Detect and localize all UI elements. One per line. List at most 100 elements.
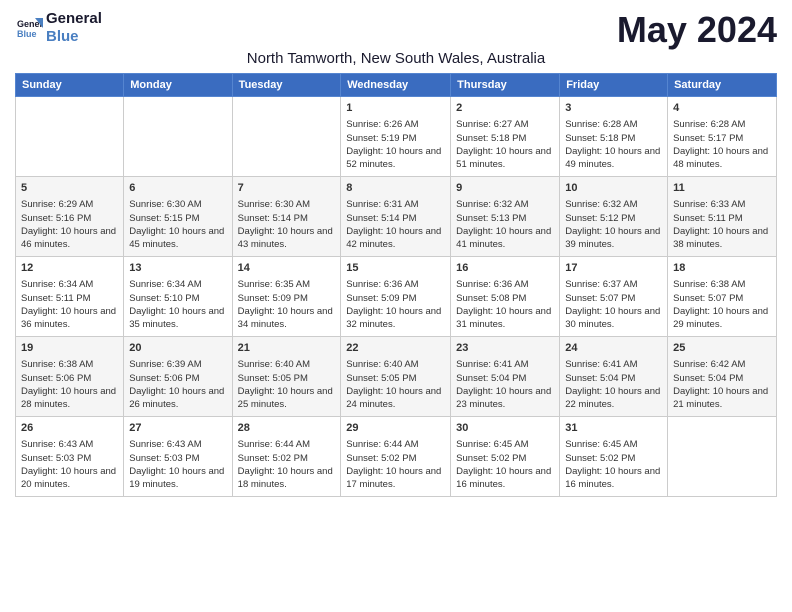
day-info: Sunrise: 6:26 AM (346, 118, 445, 131)
day-info: Daylight: 10 hours and 35 minutes. (129, 305, 226, 332)
calendar-cell: 25Sunrise: 6:42 AMSunset: 5:04 PMDayligh… (668, 337, 777, 417)
day-info: Sunset: 5:02 PM (565, 452, 662, 465)
day-info: Sunset: 5:06 PM (21, 372, 118, 385)
day-number: 7 (238, 181, 336, 196)
day-info: Sunrise: 6:39 AM (129, 358, 226, 371)
calendar-cell: 9Sunrise: 6:32 AMSunset: 5:13 PMDaylight… (451, 177, 560, 257)
day-info: Sunrise: 6:38 AM (21, 358, 118, 371)
calendar-cell (668, 417, 777, 497)
day-info: Daylight: 10 hours and 48 minutes. (673, 145, 771, 172)
calendar-cell: 20Sunrise: 6:39 AMSunset: 5:06 PMDayligh… (124, 337, 232, 417)
day-info: Sunrise: 6:30 AM (238, 198, 336, 211)
day-info: Sunrise: 6:30 AM (129, 198, 226, 211)
calendar-week-3: 12 Sunrise: 6:34 AM Sunset: 5:11 PM Dayligh… (16, 257, 777, 337)
calendar-cell: 10Sunrise: 6:32 AMSunset: 5:12 PMDayligh… (560, 177, 668, 257)
day-info: Daylight: 10 hours and 26 minutes. (129, 385, 226, 412)
day-info: Daylight: 10 hours and 49 minutes. (565, 145, 662, 172)
day-number: 22 (346, 341, 445, 356)
day-number: 2 (456, 101, 554, 116)
logo: General Blue General Blue (15, 10, 102, 46)
day-info: Sunrise: 6:38 AM (673, 278, 771, 291)
calendar-cell: 16Sunrise: 6:36 AMSunset: 5:08 PMDayligh… (451, 257, 560, 337)
day-info: Sunset: 5:02 PM (346, 452, 445, 465)
calendar-cell: 7Sunrise: 6:30 AMSunset: 5:14 PMDaylight… (232, 177, 341, 257)
day-info: Sunset: 5:11 PM (673, 212, 771, 225)
day-info: Sunset: 5:05 PM (346, 372, 445, 385)
day-info: Daylight: 10 hours and 28 minutes. (21, 385, 118, 412)
day-info: Sunrise: 6:34 AM (129, 278, 226, 291)
day-number: 17 (565, 261, 662, 276)
calendar-cell: 28Sunrise: 6:44 AMSunset: 5:02 PMDayligh… (232, 417, 341, 497)
day-info: Sunset: 5:14 PM (238, 212, 336, 225)
day-info: Sunset: 5:03 PM (21, 452, 118, 465)
header-friday: Friday (560, 74, 668, 97)
day-number: 3 (565, 101, 662, 116)
day-number: 31 (565, 421, 662, 436)
day-info: Sunset: 5:15 PM (129, 212, 226, 225)
calendar-table: Sunday Monday Tuesday Wednesday Thursday… (15, 73, 777, 497)
header-saturday: Saturday (668, 74, 777, 97)
calendar-week-4: 19Sunrise: 6:38 AMSunset: 5:06 PMDayligh… (16, 337, 777, 417)
day-info: Sunrise: 6:45 AM (565, 438, 662, 451)
calendar-week-2: 5Sunrise: 6:29 AMSunset: 5:16 PMDaylight… (16, 177, 777, 257)
day-info: Sunset: 5:02 PM (238, 452, 336, 465)
day-info: Sunrise: 6:36 AM (346, 278, 445, 291)
day-info: Sunrise: 6:29 AM (21, 198, 118, 211)
calendar-cell: 15Sunrise: 6:36 AMSunset: 5:09 PMDayligh… (341, 257, 451, 337)
calendar-cell: 30Sunrise: 6:45 AMSunset: 5:02 PMDayligh… (451, 417, 560, 497)
day-info: Sunset: 5:07 PM (565, 292, 662, 305)
day-info: Daylight: 10 hours and 45 minutes. (129, 225, 226, 252)
title-month: May 2024 (617, 12, 777, 48)
day-info: Sunset: 5:08 PM (456, 292, 554, 305)
calendar-cell: 31 Sunrise: 6:45 AMSunset: 5:02 PMDayligh… (560, 417, 668, 497)
day-number: 1 (346, 101, 445, 116)
day-info: Daylight: 10 hours and 31 minutes. (456, 305, 554, 332)
day-info: Sunrise: 6:33 AM (673, 198, 771, 211)
day-info: Sunset: 5:16 PM (21, 212, 118, 225)
day-number: 12 (21, 261, 118, 276)
day-info: Sunset: 5:12 PM (565, 212, 662, 225)
day-info: Sunrise: 6:44 AM (238, 438, 336, 451)
logo-icon: General Blue (15, 14, 43, 42)
calendar-cell (16, 97, 124, 177)
day-number: 11 (673, 181, 771, 196)
day-info: Daylight: 10 hours and 24 minutes. (346, 385, 445, 412)
day-info: Daylight: 10 hours and 22 minutes. (565, 385, 662, 412)
day-number: 26 (21, 421, 118, 436)
day-number: 27 (129, 421, 226, 436)
calendar-cell: 6Sunrise: 6:30 AMSunset: 5:15 PMDaylight… (124, 177, 232, 257)
day-info: Sunrise: 6:40 AM (238, 358, 336, 371)
header-wednesday: Wednesday (341, 74, 451, 97)
day-info: Sunset: 5:04 PM (565, 372, 662, 385)
day-number: 14 (238, 261, 336, 276)
calendar-cell: 19Sunrise: 6:38 AMSunset: 5:06 PMDayligh… (16, 337, 124, 417)
day-info: Sunset: 5:02 PM (456, 452, 554, 465)
calendar-cell: 17Sunrise: 6:37 AMSunset: 5:07 PMDayligh… (560, 257, 668, 337)
day-number: 16 (456, 261, 554, 276)
header: General Blue General Blue May 2024 (15, 10, 777, 48)
calendar-cell: 24Sunrise: 6:41 AMSunset: 5:04 PMDayligh… (560, 337, 668, 417)
day-info: Sunset: 5:09 PM (238, 292, 336, 305)
day-number: 9 (456, 181, 554, 196)
day-info: Sunrise: 6:43 AM (21, 438, 118, 451)
day-info: Sunset: 5:04 PM (456, 372, 554, 385)
calendar-cell: 21Sunrise: 6:40 AMSunset: 5:05 PMDayligh… (232, 337, 341, 417)
day-info: Daylight: 10 hours and 29 minutes. (673, 305, 771, 332)
day-info: Sunrise: 6:44 AM (346, 438, 445, 451)
header-sunday: Sunday (16, 74, 124, 97)
day-number: 24 (565, 341, 662, 356)
day-info: Sunrise: 6:43 AM (129, 438, 226, 451)
day-info: Daylight: 10 hours and 16 minutes. (565, 465, 662, 492)
calendar-week-1: 1Sunrise: 6:26 AMSunset: 5:19 PMDaylight… (16, 97, 777, 177)
day-info: Sunset: 5:09 PM (346, 292, 445, 305)
day-info: Sunset: 5:10 PM (129, 292, 226, 305)
day-info: Sunset: 5:11 PM (21, 292, 118, 305)
day-info: Sunset: 5:07 PM (673, 292, 771, 305)
day-number: 10 (565, 181, 662, 196)
calendar-cell: 5Sunrise: 6:29 AMSunset: 5:16 PMDaylight… (16, 177, 124, 257)
day-info: Sunrise: 6:28 AM (565, 118, 662, 131)
day-info: Sunrise: 6:45 AM (456, 438, 554, 451)
calendar-cell: 12Sunrise: 6:34 AMSunset: 5:11 PMDayligh… (16, 257, 124, 337)
day-info: Sunrise: 6:40 AM (346, 358, 445, 371)
day-info: Daylight: 10 hours and 16 minutes. (456, 465, 554, 492)
